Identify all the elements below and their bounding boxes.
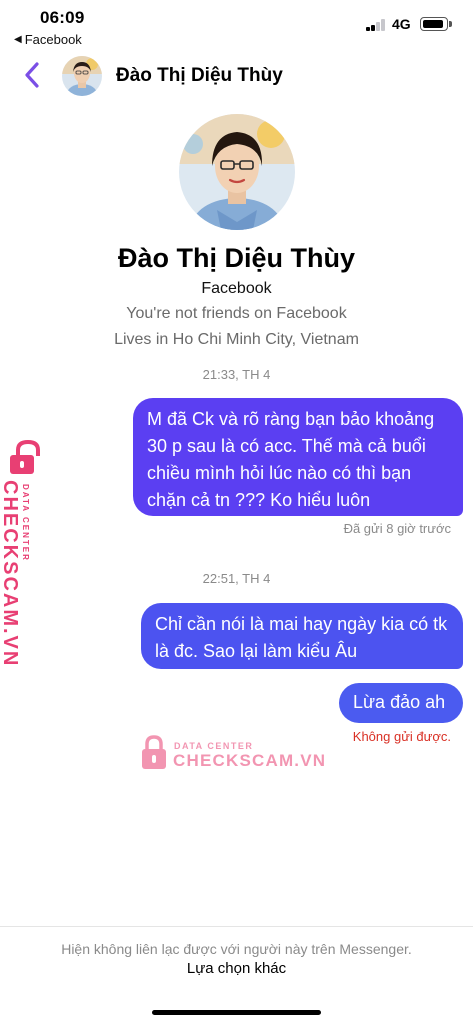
home-indicator[interactable] xyxy=(152,1010,321,1015)
back-triangle-icon: ◀ xyxy=(14,34,22,45)
lock-icon xyxy=(10,440,40,474)
watermark-side: DATA CENTER CHECKSCAM.VN xyxy=(0,440,56,667)
watermark-big-text: CHECKSCAM.VN xyxy=(173,751,327,770)
friendship-status: You're not friends on Facebook xyxy=(126,305,347,322)
header-avatar[interactable] xyxy=(62,56,102,96)
status-bar: 06:09 ◀ Facebook 4G xyxy=(0,0,473,48)
chevron-left-icon[interactable] xyxy=(20,60,46,90)
back-to-app-link[interactable]: ◀ Facebook xyxy=(14,32,82,47)
message-bubble[interactable]: Lừa đảo ah xyxy=(339,683,463,723)
network-type: 4G xyxy=(392,16,411,32)
clock: 06:09 xyxy=(40,8,85,27)
profile-location: Lives in Ho Chi Minh City, Vietnam xyxy=(114,331,359,348)
unavailable-notice: Hiện không liên lạc được với người này t… xyxy=(61,941,412,957)
watermark-big-text: CHECKSCAM.VN xyxy=(0,480,21,668)
profile-avatar[interactable] xyxy=(179,114,295,230)
signal-icon xyxy=(366,19,386,31)
profile-source: Facebook xyxy=(201,280,272,297)
message-timestamp: 21:33, TH 4 xyxy=(202,367,271,382)
message-bubble[interactable]: M đã Ck và rõ ràng bạn bảo khoảng 30 p s… xyxy=(133,398,463,516)
footer: Hiện không liên lạc được với người này t… xyxy=(0,926,473,1024)
contact-name[interactable]: Đào Thị Diệu Thùy xyxy=(116,65,283,87)
watermark-small-text: DATA CENTER xyxy=(174,741,254,751)
battery-icon xyxy=(420,17,452,31)
message-bubble[interactable]: Chỉ cần nói là mai hay ngày kia có tk là… xyxy=(141,603,463,669)
chat-header: Đào Thị Diệu Thùy xyxy=(0,50,473,102)
other-options-button[interactable]: Lựa chọn khác xyxy=(0,960,473,977)
watermark-center: DATA CENTER CHECKSCAM.VN xyxy=(140,735,325,773)
profile-name: Đào Thị Diệu Thùy xyxy=(117,243,355,273)
failed-status: Không gửi được. xyxy=(352,729,451,744)
sent-status: Đã gửi 8 giờ trước xyxy=(343,521,451,536)
message-timestamp: 22:51, TH 4 xyxy=(202,571,271,586)
back-app-label: Facebook xyxy=(24,32,82,47)
watermark-small-text: DATA CENTER xyxy=(21,484,30,562)
lock-icon xyxy=(142,735,166,769)
